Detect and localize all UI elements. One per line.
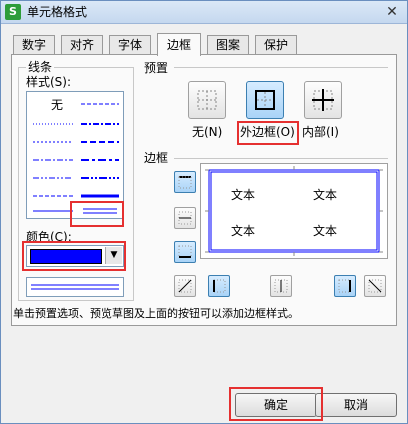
border-group-divider (174, 158, 388, 159)
hint-text: 单击预置选项、预览草图及上面的按钮可以添加边框样式。 (13, 307, 299, 320)
cancel-button[interactable]: 取消 (315, 393, 397, 417)
border-diagonal-down-button[interactable] (364, 275, 386, 297)
border-top-icon (178, 176, 192, 189)
style-label: 样式(S): (26, 75, 72, 89)
preset-outline-highlight (237, 121, 299, 145)
preview-cell-text: 文本 (231, 188, 256, 202)
line-style-options[interactable] (27, 92, 123, 218)
cell-format-dialog: S 单元格格式 ✕ 数字 对齐 字体 边框 图案 保护 线条 样式(S): 无 (0, 0, 408, 424)
preset-inside-label: 内部(I) (302, 125, 339, 139)
preview-outline (205, 166, 383, 256)
preset-none-label: 无(N) (192, 125, 223, 139)
border-top-button[interactable] (174, 171, 196, 193)
border-none-icon (197, 90, 217, 110)
border-bottom-button[interactable] (174, 241, 196, 263)
preset-group-divider (174, 67, 388, 68)
tab-pattern[interactable]: 图案 (207, 35, 249, 55)
close-icon[interactable]: ✕ (383, 3, 401, 21)
border-tab-panel: 线条 样式(S): 无 颜色(C): ▼ 预置 无(N) 外边框(O) 内部(I… (11, 54, 397, 326)
tab-font[interactable]: 字体 (109, 35, 151, 55)
line-group-title: 线条 (26, 60, 55, 74)
dialog-title: 单元格格式 (27, 5, 88, 19)
preset-group-title: 预置 (144, 61, 169, 75)
border-inner-vertical-button[interactable] (270, 275, 292, 297)
tab-number[interactable]: 数字 (13, 35, 55, 55)
preview-cell-text: 文本 (313, 224, 338, 238)
border-right-icon (338, 279, 351, 293)
border-left-icon (213, 279, 226, 293)
selected-line-style-highlight (70, 201, 124, 227)
border-inside-icon (312, 89, 334, 111)
border-diagonal-up-icon (178, 279, 192, 293)
preset-none-button[interactable] (188, 81, 226, 119)
color-dropdown-highlight (22, 241, 126, 271)
line-sample-preview (26, 277, 124, 297)
border-bottom-icon (178, 245, 192, 258)
border-diagonal-up-button[interactable] (174, 275, 196, 297)
app-icon: S (5, 4, 21, 20)
border-inner-horizontal-button[interactable] (174, 207, 196, 229)
border-inner-horizontal-icon (178, 211, 192, 225)
border-preview[interactable]: 文本 文本 文本 文本 (200, 163, 388, 259)
border-inner-vertical-icon (274, 279, 288, 293)
border-right-button[interactable] (334, 275, 356, 297)
tab-alignment[interactable]: 对齐 (61, 35, 103, 55)
ok-button-highlight (229, 387, 323, 421)
border-diagonal-down-icon (368, 279, 382, 293)
line-style-list[interactable]: 无 (26, 91, 124, 219)
preset-inside-button[interactable] (304, 81, 342, 119)
preview-cell-text: 文本 (313, 188, 338, 202)
title-bar: S 单元格格式 ✕ (1, 1, 407, 24)
preset-outline-button[interactable] (246, 81, 284, 119)
tab-border[interactable]: 边框 (157, 33, 201, 56)
preview-cell-text: 文本 (231, 224, 256, 238)
border-outline-icon (255, 90, 275, 110)
border-left-button[interactable] (208, 275, 230, 297)
tab-protection[interactable]: 保护 (255, 35, 297, 55)
border-group-title: 边框 (144, 151, 169, 165)
